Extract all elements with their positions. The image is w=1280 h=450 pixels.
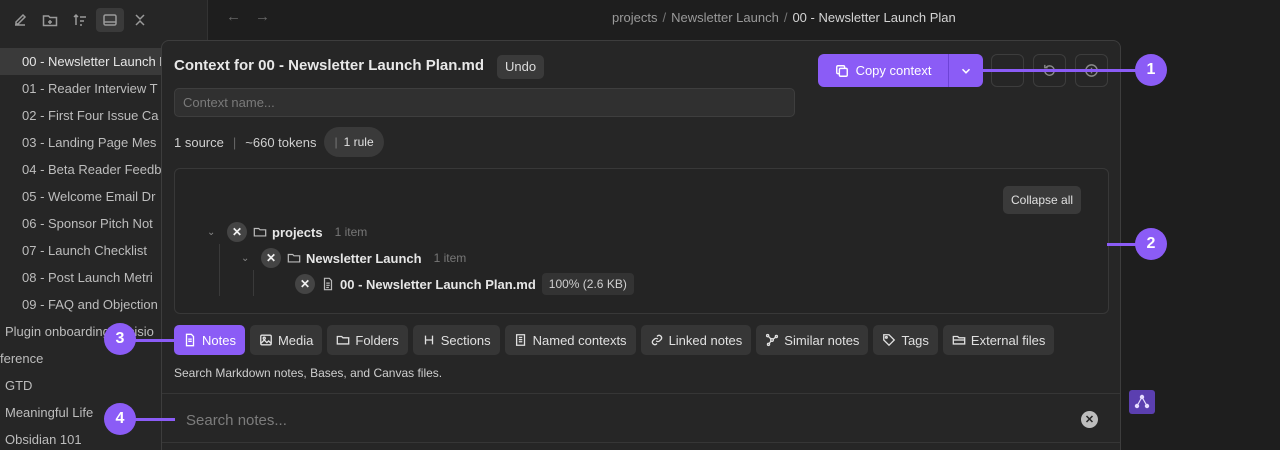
callout-line: [982, 69, 1136, 72]
chevron-down-icon[interactable]: ⌄: [241, 253, 253, 264]
context-tree: Collapse all ⌄ ✕ projects 1 item ⌄ ✕ New…: [174, 168, 1109, 314]
back-arrow-icon[interactable]: ←: [226, 8, 241, 25]
token-count: ~660 tokens: [245, 134, 317, 150]
sidebar-toolbar: [0, 0, 207, 40]
copy-context-button[interactable]: Copy context: [818, 54, 948, 87]
breadcrumb-item[interactable]: projects: [612, 10, 658, 25]
context-modal: Context for 00 - Newsletter Launch Plan.…: [161, 40, 1121, 450]
chevron-down-icon[interactable]: ⌄: [207, 227, 219, 238]
tab-similar-notes[interactable]: Similar notes: [756, 325, 869, 355]
folder-icon: [337, 335, 350, 345]
folder-icon: [287, 253, 301, 263]
callout-badge: 4: [104, 403, 136, 435]
tab-named-contexts[interactable]: Named contexts: [504, 325, 636, 355]
tab-folders[interactable]: Folders: [327, 325, 408, 355]
context-name-input[interactable]: [174, 88, 795, 117]
callout-line: [135, 339, 175, 342]
source-tabs: Notes Media Folders Sections Named conte…: [174, 325, 1055, 355]
heading-icon: [424, 335, 433, 345]
callout-badge: 2: [1135, 228, 1167, 260]
tree-row-file[interactable]: ✕ 00 - Newsletter Launch Plan.md 100% (2…: [295, 273, 634, 295]
breadcrumb-current: 00 - Newsletter Launch Plan: [792, 10, 956, 25]
collapse-icon[interactable]: [126, 8, 154, 32]
app-window: 00 - Newsletter Launch Plan 01 - Reader …: [0, 0, 1280, 450]
undo-button[interactable]: Undo: [497, 55, 545, 79]
source-count: 1 source: [174, 134, 224, 150]
chevron-down-icon: [961, 68, 971, 74]
file-icon: [185, 333, 195, 347]
file-size-pill: 100% (2.6 KB): [541, 273, 634, 295]
tab-description: Search Markdown notes, Bases, and Canvas…: [174, 366, 443, 380]
forward-arrow-icon[interactable]: →: [255, 8, 270, 25]
modal-title: Context for 00 - Newsletter Launch Plan.…: [174, 57, 485, 74]
callout-badge: 3: [104, 323, 136, 355]
folder-icon: [253, 227, 267, 237]
nav-arrows: ← →: [226, 8, 270, 25]
image-icon: [260, 334, 272, 346]
graph-view-button[interactable]: [1129, 390, 1155, 414]
remove-icon[interactable]: ✕: [261, 248, 281, 268]
tree-row-folder[interactable]: ⌄ ✕ projects 1 item: [207, 221, 367, 243]
graph-icon: [1134, 394, 1150, 409]
link-icon: [651, 334, 662, 346]
search-notes-input[interactable]: [174, 405, 1104, 435]
rule-count-pill[interactable]: | 1 rule: [324, 127, 384, 157]
remove-icon[interactable]: ✕: [227, 222, 247, 242]
book-icon: [515, 334, 525, 346]
breadcrumb: projects / Newsletter Launch/00 - Newslett…: [612, 10, 956, 25]
tab-media[interactable]: Media: [249, 325, 323, 355]
file-icon: [323, 277, 333, 291]
new-note-icon[interactable]: [6, 8, 34, 32]
tab-external-files[interactable]: External files: [942, 325, 1055, 355]
breadcrumb-item[interactable]: Newsletter Launch: [671, 10, 779, 25]
clear-search-icon[interactable]: ✕: [1081, 411, 1098, 428]
copy-options-dropdown[interactable]: [948, 54, 983, 87]
tag-icon: [883, 334, 896, 347]
context-stats: 1 source | ~660 tokens | 1 rule: [174, 127, 384, 157]
sort-icon[interactable]: [66, 8, 94, 32]
collapse-all-button[interactable]: Collapse all: [1003, 186, 1082, 214]
layout-icon[interactable]: [96, 8, 124, 32]
tree-row-folder[interactable]: ⌄ ✕ Newsletter Launch 1 item: [241, 247, 466, 269]
new-folder-icon[interactable]: [36, 8, 64, 32]
folder-open-icon: [952, 335, 966, 345]
copy-icon: [835, 64, 848, 77]
tab-linked-notes[interactable]: Linked notes: [640, 325, 752, 355]
tab-sections[interactable]: Sections: [412, 325, 500, 355]
callout-line: [1107, 243, 1137, 246]
callout-line: [135, 418, 175, 421]
tab-notes[interactable]: Notes: [174, 325, 245, 355]
remove-icon[interactable]: ✕: [295, 274, 315, 294]
divider: [162, 442, 1120, 443]
tab-tags[interactable]: Tags: [873, 325, 938, 355]
network-icon: [766, 333, 779, 347]
divider: [162, 393, 1120, 394]
callout-badge: 1: [1135, 54, 1167, 86]
